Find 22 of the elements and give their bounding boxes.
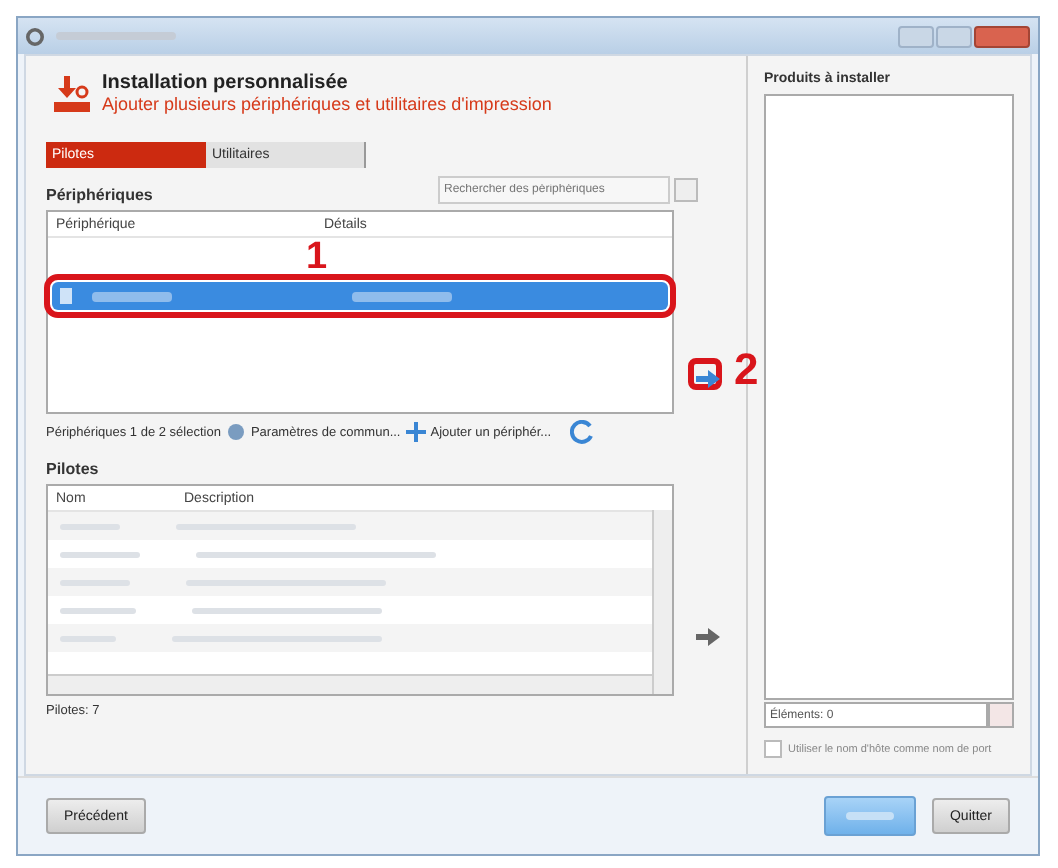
page-subtitle: Ajouter plusieurs périphériques et utilitaires d'impression: [102, 94, 552, 114]
checkbox[interactable]: [764, 740, 782, 758]
close-button[interactable]: [974, 25, 1030, 47]
plus-icon: [406, 422, 427, 442]
network-icon: [226, 422, 247, 442]
install-icon: [54, 75, 90, 111]
page-title: Installation personnalisée: [102, 72, 350, 94]
delete-button[interactable]: [988, 702, 1014, 728]
search-button[interactable]: [674, 178, 698, 202]
minimize-button[interactable]: [898, 25, 934, 47]
section-label: Pilotes: [46, 460, 101, 478]
refresh-icon[interactable]: [569, 420, 594, 444]
app-icon: [26, 27, 44, 45]
install-button[interactable]: [823, 796, 916, 836]
device-icon: [60, 288, 72, 304]
arrow-icon: [696, 628, 720, 646]
device-row[interactable]: [52, 282, 668, 310]
annotation-number: 1: [306, 238, 328, 276]
section-label: Périphériques: [46, 186, 153, 204]
arrow-icon: [696, 370, 720, 388]
annotation-number: 2: [734, 348, 759, 392]
maximize-button[interactable]: [936, 25, 972, 47]
